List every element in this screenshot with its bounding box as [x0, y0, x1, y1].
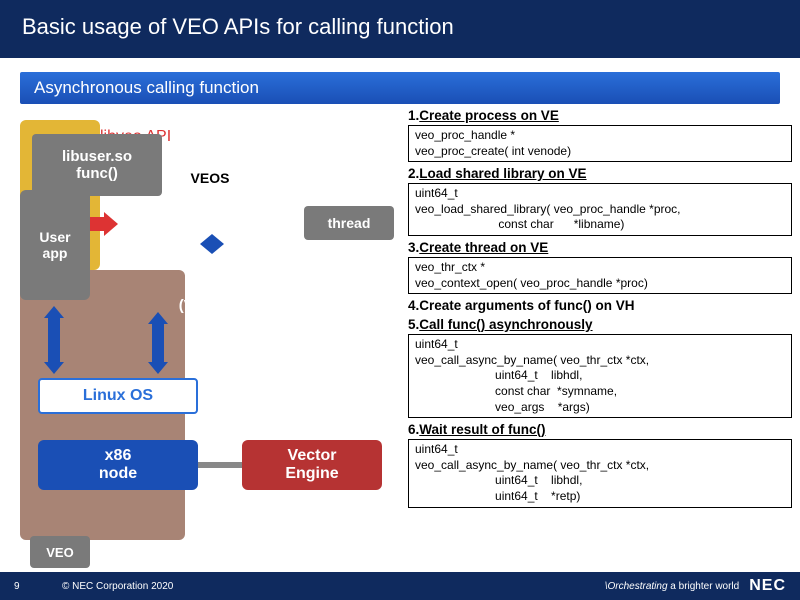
slide-title: Basic usage of VEO APIs for calling func… [0, 0, 800, 58]
step-3-title: 3.Create thread on VE [408, 240, 792, 255]
linux-os-box: Linux OS [38, 378, 198, 414]
step-5-code: uint64_t veo_call_async_by_name( veo_thr… [408, 334, 792, 418]
step-1-code: veo_proc_handle * veo_proc_create( int v… [408, 125, 792, 162]
connector-x86-vector [198, 462, 242, 468]
libuser-box: libuser.so func() [32, 134, 162, 196]
arrow-veos-linux [148, 312, 168, 374]
architecture-diagram: libveo API User app VEOS VEO libuser.so … [20, 120, 400, 580]
step-3-code: veo_thr_ctx * veo_context_open( veo_proc… [408, 257, 792, 294]
veo-ve-part-label: VEO (VE part) [20, 280, 400, 314]
arrow-user-to-veos [90, 212, 118, 236]
slogan: \Orchestrating a brighter world [605, 581, 740, 592]
veo-inner-box: VEO [30, 536, 90, 568]
step-4-title: 4.Create arguments of func() on VH [408, 298, 792, 313]
step-5-title: 5.Call func() asynchronously [408, 317, 792, 332]
step-1-title: 1.Create process on VE [408, 108, 792, 123]
step-2-title: 2.Load shared library on VE [408, 166, 792, 181]
arrow-user-linux [44, 306, 64, 374]
step-6-code: uint64_t veo_call_async_by_name( veo_thr… [408, 439, 792, 507]
arrow-veos-vepart [200, 234, 224, 254]
steps-list: 1.Create process on VE veo_proc_handle *… [408, 104, 792, 512]
vector-engine-box: Vector Engine [242, 440, 382, 490]
page-number: 9 [14, 581, 38, 592]
x86-node-box: x86 node [38, 440, 198, 490]
section-subtitle: Asynchronous calling function [20, 72, 780, 104]
thread-box: thread [304, 206, 394, 240]
step-2-code: uint64_t veo_load_shared_library( veo_pr… [408, 183, 792, 236]
step-6-title: 6.Wait result of func() [408, 422, 792, 437]
nec-logo: NEC [749, 577, 786, 595]
footer-bar: 9 © NEC Corporation 2020 \Orchestrating … [0, 572, 800, 600]
copyright-text: © NEC Corporation 2020 [62, 581, 173, 592]
